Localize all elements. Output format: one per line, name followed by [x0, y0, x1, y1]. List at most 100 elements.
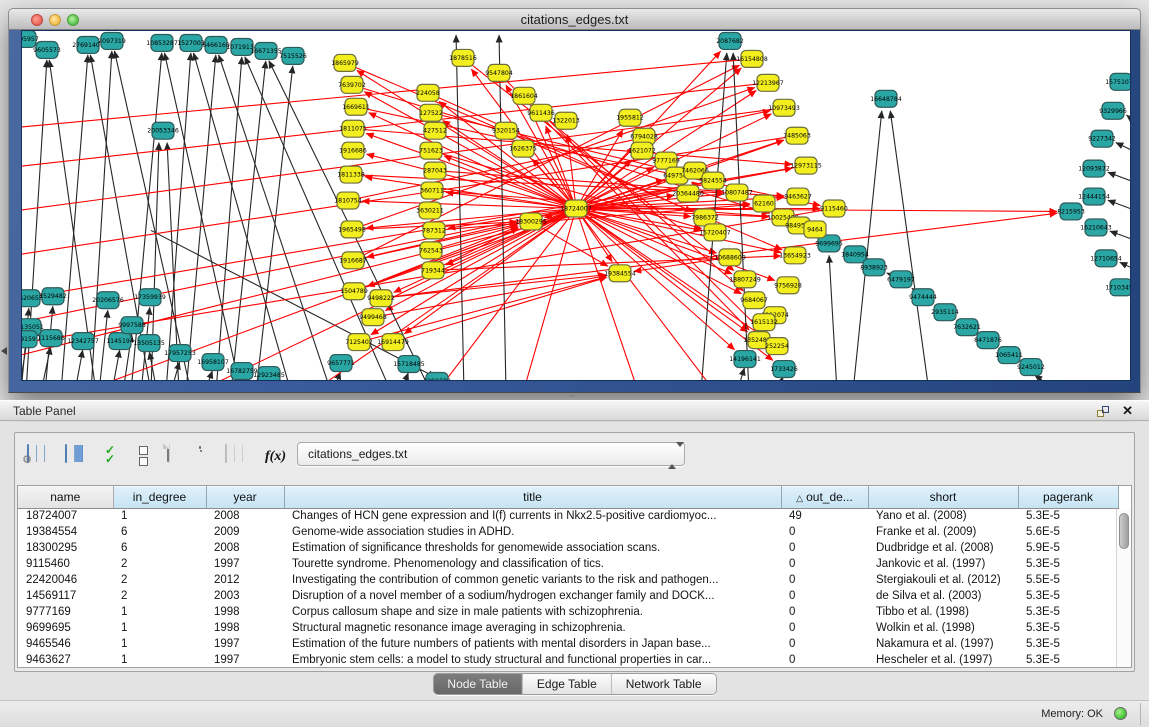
graph-node[interactable]: 12973115	[790, 157, 822, 174]
graph-node[interactable]: 9605573	[33, 41, 61, 58]
select-attributes-icon[interactable]: ✓✓	[105, 446, 115, 464]
graph-node[interactable]: 1292339	[423, 373, 451, 380]
column-header-pagerank[interactable]: pagerank	[1018, 486, 1118, 508]
graph-node[interactable]: 12093872	[1078, 160, 1110, 177]
column-header-in_degree[interactable]: in_degree	[113, 486, 206, 508]
table-row[interactable]: 946554611997Estimation of the future num…	[18, 636, 1118, 652]
graph-node[interactable]: 9227342	[1088, 130, 1116, 147]
graph-node[interactable]: 9498222	[367, 290, 395, 307]
graph-node[interactable]: 17103454	[1105, 279, 1130, 296]
graph-node[interactable]: 6479197	[887, 271, 915, 288]
graph-node[interactable]: 1810754	[334, 192, 362, 209]
column-header-out_de[interactable]: △out_de...	[781, 486, 868, 508]
table-row[interactable]: 1872400712008Changes of HCN gene express…	[18, 508, 1118, 524]
graph-node[interactable]: 1861604	[510, 87, 538, 104]
scrollbar-thumb[interactable]	[1119, 513, 1129, 549]
graph-node[interactable]: 1626375	[509, 140, 537, 157]
memory-status-indicator[interactable]	[1114, 707, 1127, 720]
table-source-dropdown[interactable]: citations_edges.txt	[297, 442, 685, 466]
graph-node[interactable]: 12710654	[1090, 250, 1122, 267]
graph-node[interactable]: 12213967	[752, 74, 784, 91]
tab-network-table[interactable]: Network Table	[611, 674, 716, 694]
float-panel-icon[interactable]	[1097, 406, 1109, 417]
graph-node[interactable]: 1322013	[552, 112, 580, 129]
table-scrollbar[interactable]	[1116, 509, 1131, 667]
graph-node[interactable]: 9997588	[118, 317, 146, 334]
function-builder-icon[interactable]: f(x)	[265, 447, 286, 465]
graph-node[interactable]: 1916686	[339, 142, 367, 159]
graph-node[interactable]: 1504789	[340, 283, 368, 300]
network-canvas[interactable]: 1872400719384554183002959605573276914062…	[21, 30, 1131, 381]
graph-node[interactable]: 16210643	[1080, 219, 1112, 236]
graph-node[interactable]: 20364486	[672, 185, 704, 202]
graph-node[interactable]: 360711	[420, 182, 444, 199]
graph-node[interactable]: 2087682	[716, 32, 744, 49]
graph-node[interactable]: 9611436	[527, 104, 555, 121]
graph-node[interactable]: 14196141	[729, 351, 761, 368]
table-row[interactable]: 1938455462009Genome-wide association stu…	[18, 524, 1118, 540]
graph-node[interactable]: 16154808	[736, 50, 768, 67]
show-columns-icon[interactable]	[65, 445, 67, 463]
column-header-title[interactable]: title	[284, 486, 781, 508]
graph-node[interactable]: 15751074	[1105, 73, 1130, 90]
graph-node[interactable]: 10853287	[146, 34, 178, 51]
tab-edge-table[interactable]: Edge Table	[522, 674, 611, 694]
graph-node[interactable]: 7639702	[338, 76, 366, 93]
graph-node[interactable]: 13505135	[133, 335, 165, 352]
splitter-handle[interactable]	[570, 395, 575, 399]
graph-node[interactable]: 9245012	[1017, 359, 1045, 376]
graph-node[interactable]: 10688609	[714, 249, 746, 266]
graph-node[interactable]: 719344	[421, 262, 445, 279]
graph-node[interactable]: 252254	[765, 338, 789, 355]
column-header-short[interactable]: short	[868, 486, 1018, 508]
graph-node[interactable]: 12444154	[1078, 188, 1110, 205]
graph-node[interactable]: 3630211	[416, 202, 444, 219]
graph-node[interactable]: 16648784	[870, 90, 902, 107]
graph-node[interactable]: 1529482	[39, 288, 67, 305]
graph-node[interactable]: 1865979	[331, 54, 359, 71]
tab-node-table[interactable]: Node Table	[433, 674, 522, 694]
graph-node[interactable]: 13654923	[779, 247, 811, 264]
graph-node[interactable]: 20206576	[92, 292, 124, 309]
graph-node[interactable]: 224058	[416, 84, 440, 101]
graph-node[interactable]: 9547804	[485, 64, 513, 81]
graph-node[interactable]: 1621072	[628, 142, 656, 159]
graph-node[interactable]: 1733426	[770, 361, 798, 378]
graph-node[interactable]: 9499468	[359, 309, 387, 326]
graph-node[interactable]: 751623	[419, 142, 443, 159]
table-row[interactable]: 911546021997Tourette syndrome. Phenomeno…	[18, 556, 1118, 572]
graph-node[interactable]: 9320154	[492, 122, 520, 139]
graph-node[interactable]: 8471876	[974, 332, 1002, 349]
graph-node[interactable]: 9756928	[774, 277, 802, 294]
graph-node[interactable]: 16671355	[250, 42, 282, 59]
graph-node[interactable]: 1615132	[750, 314, 778, 331]
table-row[interactable]: 1456911722003Disruption of a novel membe…	[18, 588, 1118, 604]
graph-node[interactable]: 9464	[804, 221, 826, 238]
graph-node[interactable]: 1955812	[616, 109, 644, 126]
table-row[interactable]: 969969511998Structural magnetic resonanc…	[18, 620, 1118, 636]
graph-node[interactable]: 3824554	[699, 172, 727, 189]
graph-node[interactable]: 787312	[422, 222, 446, 239]
graph-node[interactable]: 7632621	[953, 319, 981, 336]
graph-node[interactable]: 127522	[419, 104, 443, 121]
table-row[interactable]: 946362711997Embryonic stem cells: a mode…	[18, 652, 1118, 668]
graph-node[interactable]: 1916687	[339, 252, 367, 269]
graph-node[interactable]: 1115686	[37, 330, 65, 347]
graph-node[interactable]: 8938923	[860, 259, 888, 276]
graph-node[interactable]: 19384554	[604, 265, 636, 282]
network-graph[interactable]: 1872400719384554183002959605573276914062…	[22, 31, 1130, 380]
graph-node[interactable]: 9463627	[784, 188, 812, 205]
graph-node[interactable]: 9329966	[1099, 102, 1127, 119]
collapse-arrow-icon[interactable]	[1, 347, 7, 355]
column-header-name[interactable]: name	[18, 486, 113, 508]
graph-node[interactable]: 9115460	[820, 200, 848, 217]
graph-node[interactable]: 762543	[419, 242, 443, 259]
graph-node[interactable]: 2097319	[98, 32, 126, 49]
graph-node[interactable]: 1527003	[177, 34, 205, 51]
graph-node[interactable]: 9684067	[740, 292, 768, 309]
close-panel-icon[interactable]: ✕	[1122, 403, 1133, 419]
table-row[interactable]: 977716911998Corpus callosum shape and si…	[18, 604, 1118, 620]
table-row[interactable]: 1830029562008Estimation of significance …	[18, 540, 1118, 556]
column-header-year[interactable]: year	[206, 486, 284, 508]
graph-node[interactable]: 287043	[423, 162, 447, 179]
